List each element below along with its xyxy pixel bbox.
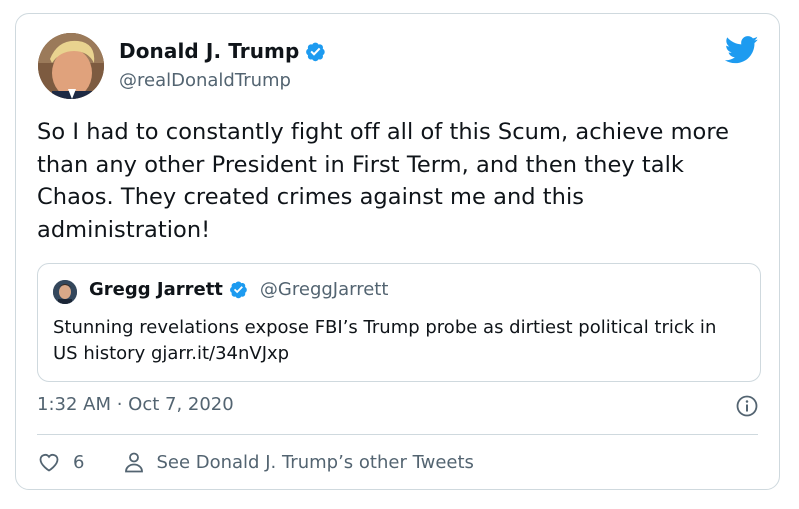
- tweet-actions: 6 See Donald J. Trump’s other Tweets: [37, 450, 474, 474]
- quoted-author-row[interactable]: Gregg Jarrett @GreggJarrett: [89, 279, 388, 300]
- verified-badge-icon: [306, 42, 326, 61]
- author-avatar[interactable]: [38, 33, 104, 99]
- quoted-author-avatar[interactable]: [53, 280, 77, 304]
- author-name-row[interactable]: Donald J. Trump: [119, 39, 326, 63]
- twitter-bird-icon[interactable]: [725, 36, 759, 64]
- see-other-tweets-link[interactable]: See Donald J. Trump’s other Tweets: [122, 450, 474, 474]
- quoted-tweet[interactable]: Gregg Jarrett @GreggJarrett Stunning rev…: [37, 263, 761, 382]
- tweet-text: So I had to constantly fight off all of …: [37, 119, 730, 243]
- tweet-card: Donald J. Trump @realDonaldTrump So I ha…: [15, 13, 780, 490]
- quoted-author-name[interactable]: Gregg Jarrett: [89, 279, 223, 300]
- tweet-timestamp[interactable]: 1:32 AM · Oct 7, 2020: [37, 394, 234, 415]
- person-icon: [125, 452, 144, 473]
- heart-icon: [39, 454, 59, 472]
- author-handle[interactable]: @realDonaldTrump: [119, 70, 291, 91]
- like-button[interactable]: 6: [37, 450, 84, 474]
- author-name[interactable]: Donald J. Trump: [119, 39, 299, 63]
- info-icon[interactable]: [735, 394, 759, 418]
- see-other-tweets-label: See Donald J. Trump’s other Tweets: [156, 451, 474, 473]
- quoted-tweet-text: Stunning revelations expose FBI’s Trump …: [53, 317, 717, 364]
- quoted-author-handle[interactable]: @GreggJarrett: [260, 279, 389, 300]
- divider: [37, 434, 758, 435]
- verified-badge-icon: [229, 281, 247, 299]
- like-count: 6: [73, 451, 85, 473]
